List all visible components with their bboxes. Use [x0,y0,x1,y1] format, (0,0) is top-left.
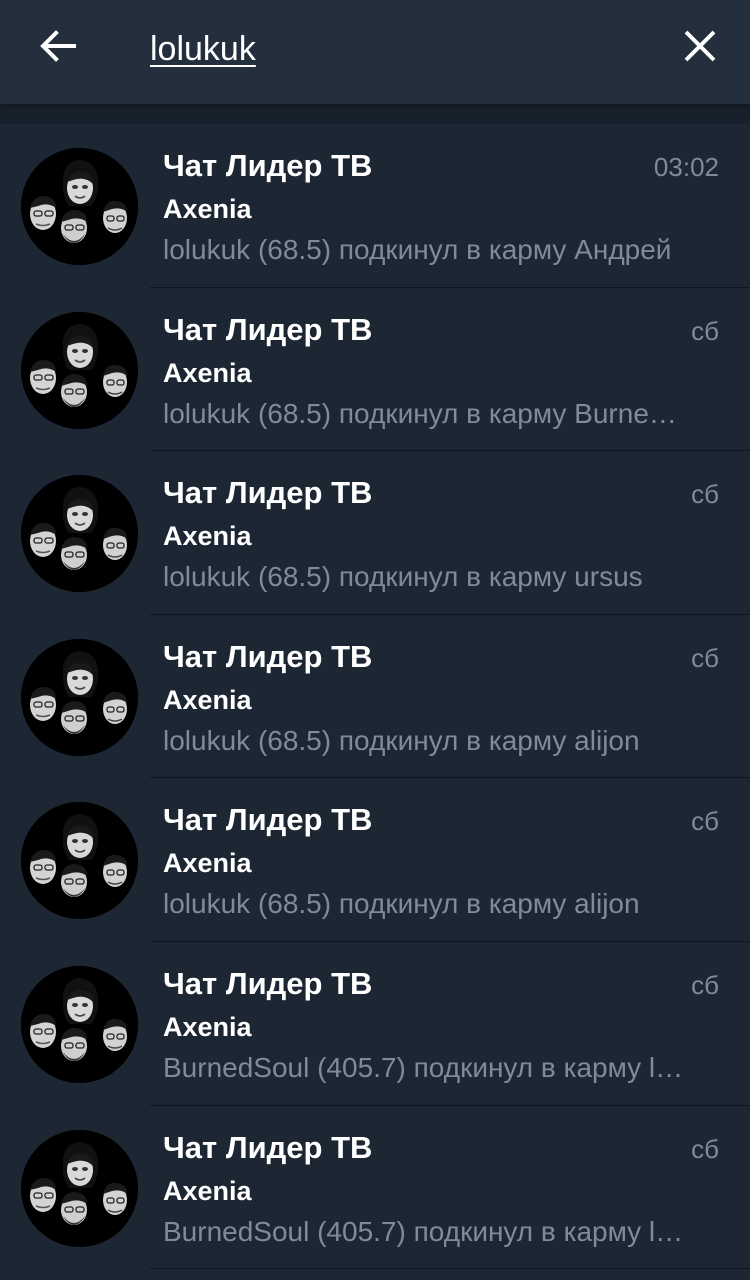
message-preview: BurnedSoul (405.7) подкинул в карму lolu… [163,1215,688,1247]
chat-title: Чат Лидер ТВ [163,802,373,838]
search-result-row[interactable]: Чат Лидер ТВ сб Axenia lolukuk (68.5) по… [0,451,750,615]
chat-avatar [21,475,138,593]
search-result-row[interactable]: Чат Лидер ТВ сб Axenia lolukuk (68.5) по… [0,778,750,942]
search-results-list: Чат Лидер ТВ 03:02 Axenia lolukuk (68.5)… [0,124,750,1270]
chat-avatar [21,148,138,265]
search-result-row[interactable]: Чат Лидер ТВ сб Axenia lolukuk (68.5) по… [0,288,750,452]
search-input[interactable] [150,24,630,74]
message-sender: Axenia [163,1011,252,1042]
message-sender: Axenia [163,194,252,224]
chat-avatar [21,965,138,1083]
clear-search-button[interactable] [672,22,728,74]
close-icon [683,29,717,68]
chat-avatar [21,1129,138,1247]
message-time: сб [691,642,719,673]
row-divider [150,1268,750,1270]
chat-title: Чат Лидер ТВ [163,148,373,183]
chat-title: Чат Лидер ТВ [163,965,373,1001]
message-sender: Axenia [163,357,252,388]
message-sender: Axenia [163,521,252,552]
message-preview: lolukuk (68.5) подкинул в карму alijon [163,888,640,920]
chat-title: Чат Лидер ТВ [163,638,373,674]
search-result-row[interactable]: Чат Лидер ТВ сб Axenia BurnedSoul (405.7… [0,1106,750,1270]
section-divider [0,104,750,124]
message-preview: lolukuk (68.5) подкинул в карму alijon [163,724,640,756]
chat-title: Чат Лидер ТВ [163,1129,373,1165]
message-preview: lolukuk (68.5) подкинул в карму BurnedSo… [163,397,688,429]
search-header [0,0,750,104]
chat-avatar [21,802,138,920]
search-result-row[interactable]: Чат Лидер ТВ сб Axenia lolukuk (68.5) по… [0,615,750,779]
chat-title: Чат Лидер ТВ [163,475,373,511]
message-time: сб [691,315,719,346]
message-sender: Axenia [163,684,252,715]
back-button[interactable] [28,22,88,74]
message-time: сб [691,969,719,1000]
search-result-row[interactable]: Чат Лидер ТВ 03:02 Axenia lolukuk (68.5)… [0,124,750,288]
message-preview: lolukuk (68.5) подкинул в карму ursus [163,561,643,593]
message-time: сб [691,806,719,837]
message-time: 03:02 [653,152,719,182]
search-result-row[interactable]: Чат Лидер ТВ сб Axenia BurnedSoul (405.7… [0,942,750,1106]
message-time: сб [691,479,719,510]
chat-avatar [21,311,138,429]
message-sender: Axenia [163,1175,252,1206]
message-sender: Axenia [163,848,252,879]
message-preview: BurnedSoul (405.7) подкинул в карму lolu… [163,1051,688,1083]
chat-avatar [21,638,138,756]
arrow-left-icon [38,26,78,71]
message-time: сб [691,1133,719,1164]
message-preview: lolukuk (68.5) подкинул в карму Андрей [163,234,672,265]
chat-title: Чат Лидер ТВ [163,311,373,347]
